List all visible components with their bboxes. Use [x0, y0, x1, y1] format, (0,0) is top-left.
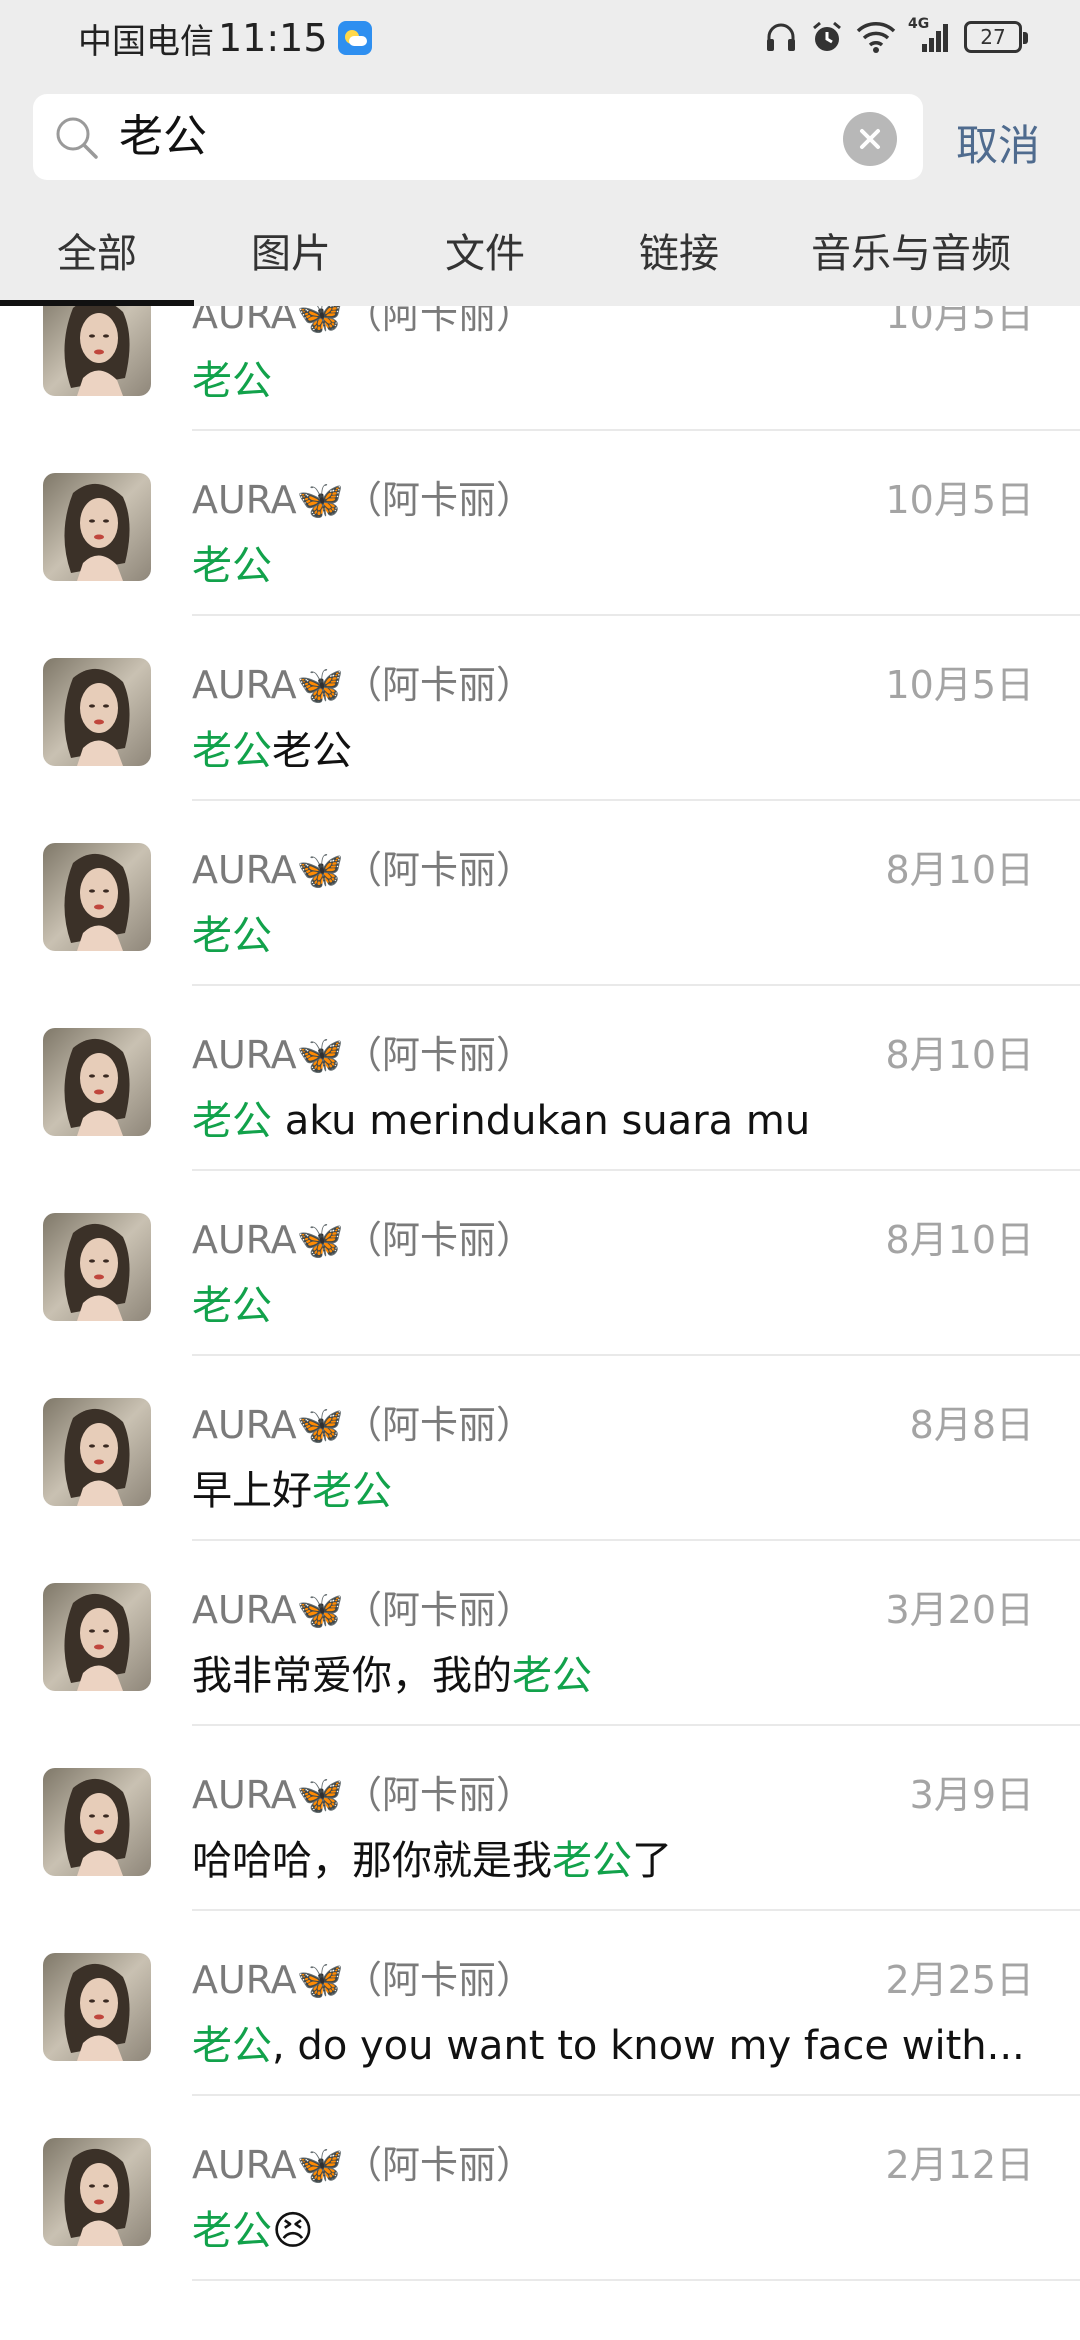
message-snippet: 老公	[192, 1273, 1042, 1331]
tab-files[interactable]: 文件	[388, 202, 582, 306]
avatar	[43, 1953, 151, 2061]
result-row[interactable]: AURA🦋（阿卡丽） 8月10日老公	[0, 1171, 1080, 1356]
avatar	[43, 658, 151, 766]
search-keyword-highlight: 老公	[312, 1468, 392, 1514]
result-row[interactable]: AURA🦋（阿卡丽） 10月5日老公老公	[0, 616, 1080, 801]
clock: 11:15	[218, 16, 328, 60]
sender-name: AURA🦋（阿卡丽）	[192, 1403, 534, 1447]
message-snippet: 老公	[192, 533, 1042, 591]
cancel-button[interactable]: 取消	[956, 112, 1040, 173]
message-date: 3月20日	[885, 1588, 1034, 1632]
message-date: 3月9日	[909, 1773, 1034, 1817]
search-results-list[interactable]: AURA🦋（阿卡丽）10月5日老公 AURA🦋（阿卡丽）10月5日老公	[0, 306, 1080, 2340]
result-row[interactable]: AURA🦋（阿卡丽） 2月25日老公, do you want to know m…	[0, 1911, 1080, 2096]
avatar	[43, 1398, 151, 1506]
message-date: 2月12日	[885, 2143, 1034, 2187]
headphones-icon	[767, 23, 795, 51]
snippet-text-after: 了	[632, 1838, 672, 1884]
tab-music-audio[interactable]: 音乐与音频	[776, 202, 1046, 306]
message-snippet: 老公	[192, 348, 1042, 406]
snippet-text-after: aku merindukan suara mu	[272, 1098, 811, 1144]
search-keyword-highlight: 老公	[192, 1098, 272, 1144]
search-keyword-highlight: 老公	[192, 358, 272, 404]
sender-name: AURA🦋（阿卡丽）	[192, 848, 534, 892]
avatar	[43, 843, 151, 951]
search-keyword-highlight: 老公	[192, 543, 272, 589]
snippet-text-after: 😣	[272, 2208, 314, 2254]
search-keyword-highlight: 老公	[192, 2208, 272, 2254]
alarm-icon	[813, 21, 841, 51]
search-keyword-highlight: 老公	[192, 728, 272, 774]
message-date: 10月5日	[885, 663, 1034, 707]
message-date: 10月5日	[885, 306, 1034, 337]
snippet-text-after: 老公	[272, 728, 352, 774]
search-keyword-highlight: 老公	[192, 2023, 272, 2069]
signal-icon: 4G	[908, 16, 952, 54]
search-input[interactable]	[119, 94, 819, 180]
message-date: 8月8日	[909, 1403, 1034, 1447]
carrier-label: 中国电信	[78, 21, 214, 62]
search-keyword-highlight: 老公	[512, 1653, 592, 1699]
avatar	[43, 1583, 151, 1691]
status-bar: 中国电信 11:15 4G 27	[0, 0, 1080, 90]
result-row[interactable]: AURA🦋（阿卡丽） 10月5日老公	[0, 306, 1080, 431]
snippet-text-after: , do you want to know my face with...	[272, 2023, 1025, 2069]
tab-images[interactable]: 图片	[194, 202, 388, 306]
result-row[interactable]: AURA🦋（阿卡丽） 10月5日老公	[0, 431, 1080, 616]
message-date: 2月25日	[885, 1958, 1034, 2002]
message-snippet: 我非常爱你，我的老公	[192, 1643, 1042, 1701]
result-row[interactable]: AURA🦋（阿卡丽） 8月10日老公 aku merindukan suara m…	[0, 986, 1080, 1171]
sender-name: AURA🦋（阿卡丽）	[192, 1588, 534, 1632]
message-snippet: 老公	[192, 903, 1042, 961]
wifi-icon	[856, 22, 896, 53]
avatar	[43, 1768, 151, 1876]
message-snippet: 早上好老公	[192, 1458, 1042, 1516]
avatar	[43, 1213, 151, 1321]
search-keyword-highlight: 老公	[552, 1838, 632, 1884]
message-snippet: 老公, do you want to know my face with...	[192, 2013, 1042, 2071]
message-date: 8月10日	[885, 1218, 1034, 1262]
message-snippet: 老公 aku merindukan suara mu	[192, 1088, 1042, 1146]
avatar	[43, 1028, 151, 1136]
message-snippet: 老公老公	[192, 718, 1042, 776]
battery-indicator: 27	[964, 21, 1028, 53]
search-keyword-highlight: 老公	[192, 913, 272, 959]
snippet-text-before: 早上好	[192, 1468, 312, 1514]
sender-name: AURA🦋（阿卡丽）	[192, 1033, 534, 1077]
sender-name: AURA🦋（阿卡丽）	[192, 2143, 534, 2187]
message-date: 8月10日	[885, 848, 1034, 892]
message-snippet: 哈哈哈，那你就是我老公了	[192, 1828, 1042, 1886]
result-row[interactable]: AURA🦋（阿卡丽） 3月20日我非常爱你，我的老公	[0, 1541, 1080, 1726]
avatar	[43, 473, 151, 581]
avatar	[43, 306, 151, 396]
sender-name: AURA🦋（阿卡丽）	[192, 478, 534, 522]
result-row[interactable]: AURA🦋（阿卡丽） 8月8日早上好老公	[0, 1356, 1080, 1541]
avatar	[43, 2138, 151, 2246]
result-row[interactable]: AURA🦋（阿卡丽） 2月12日老公😣	[0, 2096, 1080, 2281]
message-snippet: 老公😣	[192, 2198, 1042, 2256]
sender-name: AURA🦋（阿卡丽）	[192, 1958, 534, 2002]
message-date: 8月10日	[885, 1033, 1034, 1077]
search-icon	[56, 117, 98, 159]
search-header: 取消	[0, 90, 1080, 202]
weather-app-icon	[337, 21, 372, 55]
filter-tabs: 全部 图片 文件 链接 音乐与音频	[0, 202, 1080, 306]
search-keyword-highlight: 老公	[192, 1283, 272, 1329]
close-icon	[860, 129, 880, 149]
search-box[interactable]	[33, 94, 923, 180]
tab-all[interactable]: 全部	[0, 202, 194, 306]
result-row[interactable]: AURA🦋（阿卡丽） 3月9日哈哈哈，那你就是我老公了	[0, 1726, 1080, 1911]
tab-links[interactable]: 链接	[582, 202, 776, 306]
sender-name: AURA🦋（阿卡丽）	[192, 1218, 534, 1262]
sender-name: AURA🦋（阿卡丽）	[192, 1773, 534, 1817]
clear-search-button[interactable]	[843, 112, 897, 166]
battery-level: 27	[980, 25, 1006, 49]
message-date: 10月5日	[885, 478, 1034, 522]
result-row[interactable]: AURA🦋（阿卡丽） 8月10日老公	[0, 801, 1080, 986]
snippet-text-before: 哈哈哈，那你就是我	[192, 1838, 552, 1884]
sender-name: AURA🦋（阿卡丽）	[192, 663, 534, 707]
sender-name: AURA🦋（阿卡丽）	[192, 306, 534, 337]
snippet-text-before: 我非常爱你，我的	[192, 1653, 512, 1699]
row-divider	[192, 2279, 1080, 2281]
